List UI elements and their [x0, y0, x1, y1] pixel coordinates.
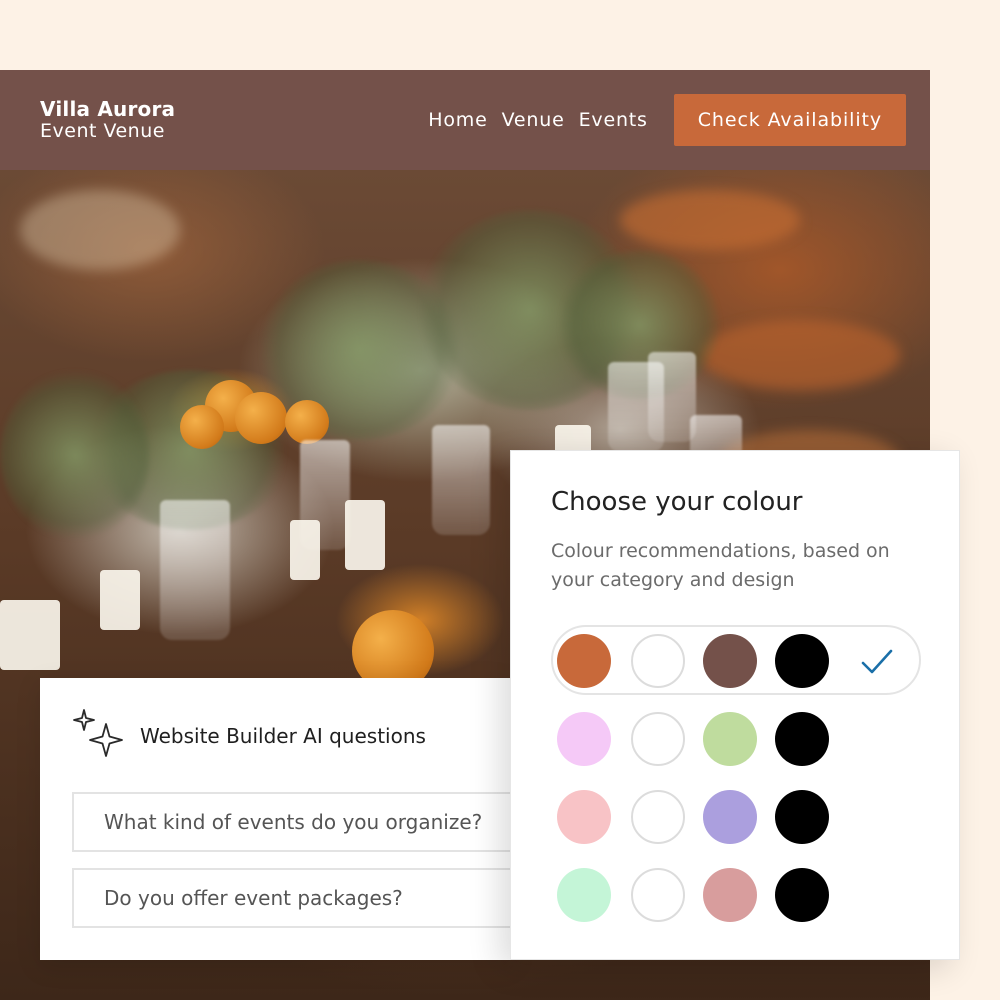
palette-row[interactable]	[551, 703, 921, 773]
ai-questions-title: Website Builder AI questions	[140, 724, 426, 748]
colour-swatch[interactable]	[631, 634, 685, 688]
palette-row-selected[interactable]	[551, 625, 921, 695]
colour-swatch[interactable]	[703, 790, 757, 844]
question-field[interactable]: What kind of events do you organize?	[72, 792, 512, 852]
palette-row[interactable]	[551, 781, 921, 851]
colour-swatch[interactable]	[557, 712, 611, 766]
check-availability-button[interactable]: Check Availability	[673, 94, 906, 146]
ai-questions-card: Website Builder AI questions What kind o…	[40, 678, 512, 960]
colour-picker-subtitle: Colour recommendations, based on your ca…	[551, 540, 890, 591]
site-header: Villa Aurora Event Venue Home Venue Even…	[0, 70, 930, 170]
colour-swatch[interactable]	[703, 634, 757, 688]
colour-swatch[interactable]	[775, 634, 829, 688]
colour-picker-card: Choose your colour Colour recommendation…	[510, 450, 960, 960]
nav-events[interactable]: Events	[579, 109, 648, 131]
sparkle-icon	[73, 709, 123, 757]
site-nav: Home Venue Events Check Availability	[428, 94, 906, 146]
brand-name: Villa Aurora	[40, 96, 176, 121]
nav-home[interactable]: Home	[428, 109, 487, 131]
colour-swatch[interactable]	[631, 868, 685, 922]
brand[interactable]: Villa Aurora Event Venue	[40, 96, 176, 143]
colour-swatch[interactable]	[775, 868, 829, 922]
colour-swatch[interactable]	[557, 634, 611, 688]
colour-swatch[interactable]	[703, 712, 757, 766]
colour-picker-title: Choose your colour	[551, 487, 803, 517]
nav-venue[interactable]: Venue	[502, 109, 565, 131]
colour-swatch[interactable]	[557, 790, 611, 844]
brand-tagline: Event Venue	[40, 119, 165, 142]
colour-swatch[interactable]	[703, 868, 757, 922]
question-field[interactable]: Do you offer event packages?	[72, 868, 512, 928]
palette-row[interactable]	[551, 859, 921, 929]
colour-swatch[interactable]	[631, 790, 685, 844]
ai-questions-header: Website Builder AI questions	[72, 708, 426, 764]
colour-swatch[interactable]	[775, 790, 829, 844]
colour-swatch[interactable]	[631, 712, 685, 766]
colour-swatch[interactable]	[775, 712, 829, 766]
check-icon	[861, 649, 893, 674]
colour-swatch[interactable]	[557, 868, 611, 922]
